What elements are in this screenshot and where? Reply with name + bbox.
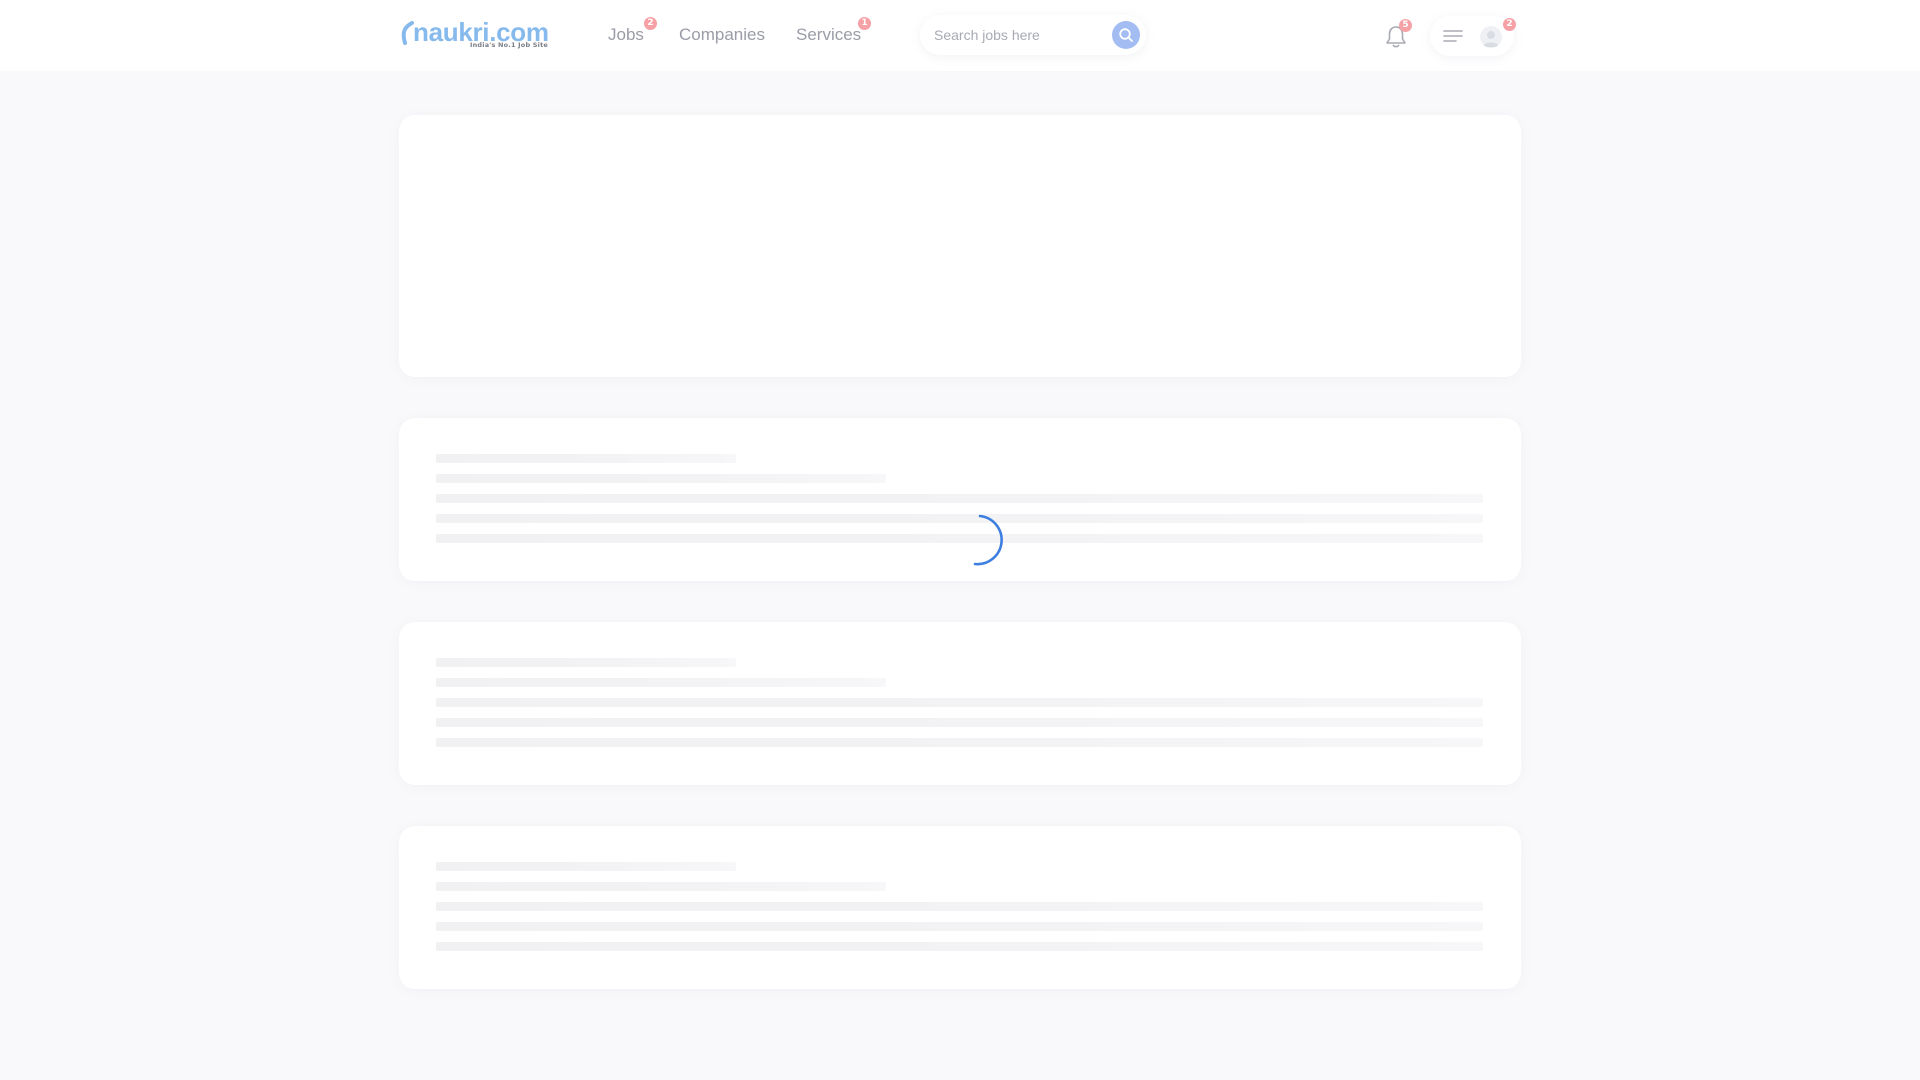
logo-tagline: India's No.1 Job Site (469, 41, 548, 49)
search-button[interactable] (1112, 21, 1140, 49)
naukri-logo[interactable]: naukri.com India's No.1 Job Site (399, 18, 551, 52)
jobs-count-badge: 2 (644, 17, 657, 30)
notification-count-badge: 5 (1399, 19, 1412, 32)
nav-jobs[interactable]: Jobs (608, 25, 644, 45)
skeleton-line (436, 474, 886, 483)
search-input[interactable] (934, 25, 1094, 45)
loading-card (399, 826, 1521, 989)
hamburger-icon (1443, 30, 1463, 42)
skeleton-line (436, 678, 886, 687)
top-header: naukri.com India's No.1 Job Site Jobs 2 … (0, 0, 1920, 71)
loading-card (399, 622, 1521, 785)
skeleton-line (436, 494, 1483, 503)
nav-services[interactable]: Services (796, 25, 861, 45)
search-icon (1119, 28, 1133, 42)
skeleton-line (436, 718, 1483, 727)
nav-companies[interactable]: Companies (679, 25, 765, 45)
skeleton-line (436, 698, 1483, 707)
skeleton-line (436, 902, 1483, 911)
profile-menu-button[interactable] (1430, 16, 1514, 56)
skeleton-line (436, 922, 1483, 931)
skeleton-line (436, 738, 1483, 747)
profile-card-placeholder (399, 115, 1521, 377)
skeleton-line (436, 862, 736, 871)
skeleton-line (436, 942, 1483, 951)
skeleton-line (436, 658, 736, 667)
loading-spinner-icon (973, 514, 1003, 566)
services-count-badge: 1 (858, 17, 871, 30)
skeleton-line (436, 882, 886, 891)
search-box (920, 15, 1146, 55)
skeleton-line (436, 454, 736, 463)
user-avatar-icon (1480, 26, 1502, 48)
profile-count-badge: 2 (1503, 18, 1516, 31)
